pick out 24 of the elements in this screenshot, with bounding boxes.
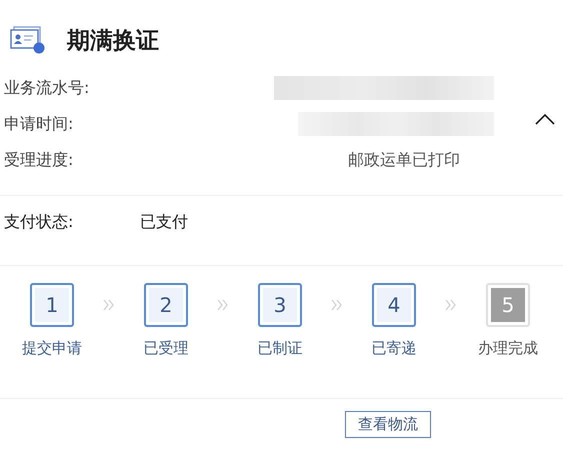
- step-label: 办理完成: [478, 339, 538, 358]
- step-label: 已制证: [258, 339, 302, 358]
- step-number: 1: [30, 283, 74, 327]
- collapse-chevron-icon[interactable]: [535, 113, 555, 125]
- view-logistics-button[interactable]: 查看物流: [345, 411, 431, 438]
- double-chevron-icon: [103, 299, 115, 311]
- step-number: 5: [486, 283, 530, 327]
- step-label: 已受理: [144, 339, 188, 358]
- field-label: 业务流水号:: [3, 78, 90, 98]
- double-chevron-icon: [445, 299, 457, 311]
- double-chevron-icon: [217, 299, 229, 311]
- payment-label: 支付状态:: [4, 212, 74, 232]
- step-label: 已寄递: [372, 339, 416, 358]
- step-number: 2: [144, 283, 188, 327]
- page-title: 期满换证: [67, 26, 159, 56]
- field-label: 申请时间:: [3, 114, 74, 134]
- step-label: 提交申请: [22, 339, 82, 358]
- field-value: 邮政运单已打印: [348, 150, 460, 170]
- step-number: 4: [372, 283, 416, 327]
- payment-status: 已支付: [140, 212, 188, 232]
- field-label: 受理进度:: [3, 150, 74, 170]
- step-number: 3: [258, 283, 302, 327]
- id-card-icon: [9, 26, 45, 54]
- double-chevron-icon: [331, 299, 343, 311]
